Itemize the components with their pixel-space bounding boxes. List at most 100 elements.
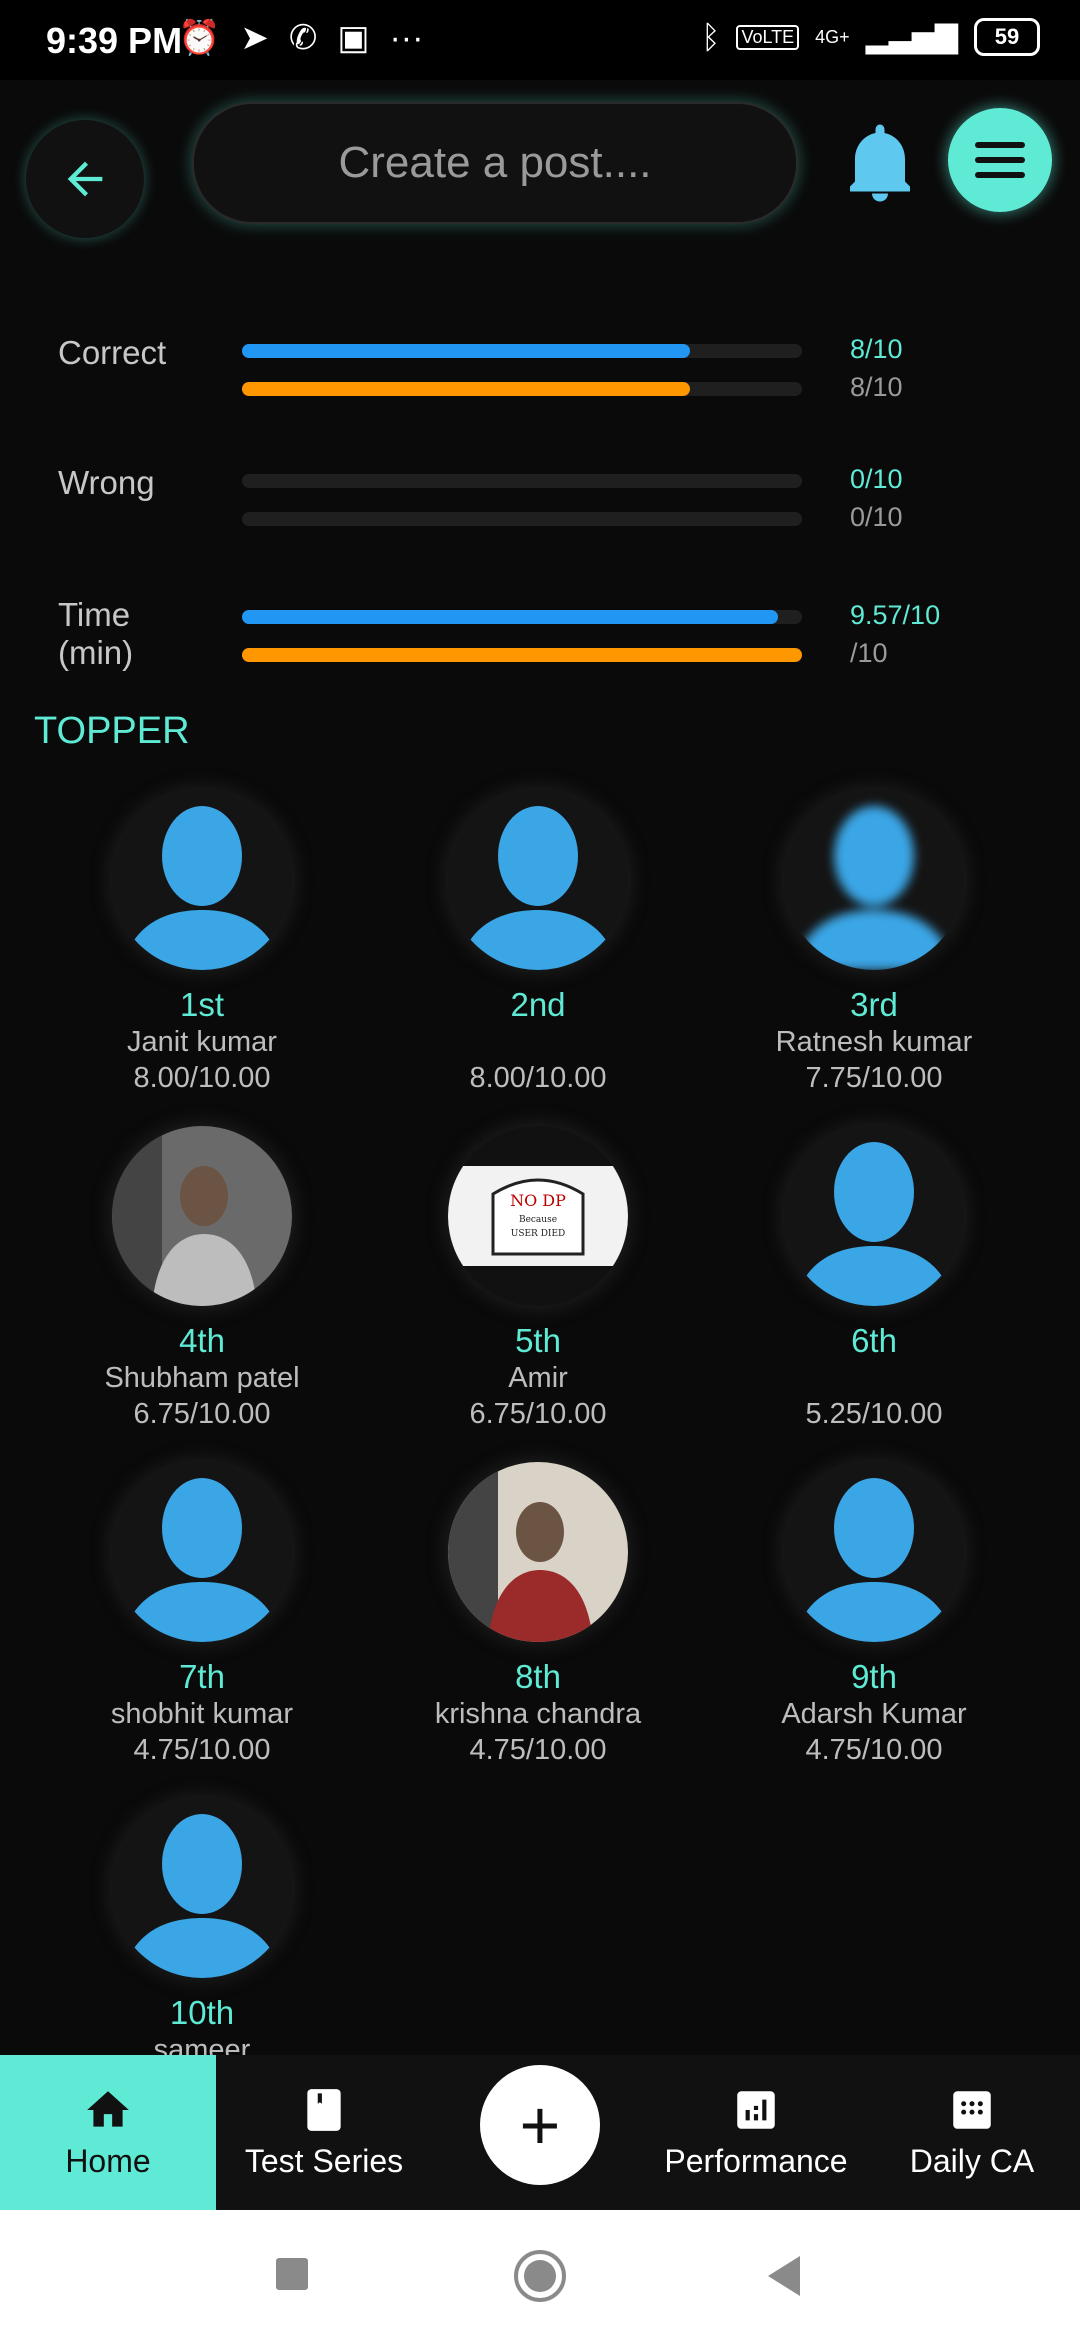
topper-card[interactable]: 2nd 8.00/10.00 (370, 790, 706, 1096)
volte-icon: VoLTE (736, 24, 800, 50)
avatar (112, 1462, 292, 1642)
user-name: shobhit kumar (110, 1698, 294, 1730)
signal-icon: ▂▃▅▇ (865, 20, 958, 54)
rank-label: 9th (851, 1658, 897, 1695)
avatar (112, 1798, 292, 1978)
rank-label: 8th (515, 1658, 561, 1695)
system-navigation-bar (0, 2210, 1080, 2340)
avatar-image (448, 1462, 628, 1642)
avatar (784, 790, 964, 970)
user-score: 5.25/10.00 (805, 1398, 943, 1430)
menu-button[interactable] (948, 108, 1052, 212)
recent-apps-button[interactable] (272, 2250, 312, 2300)
topper-card[interactable]: 8th krishna chandra 4.75/10.00 (370, 1462, 706, 1768)
avatar-image (122, 1478, 282, 1642)
status-time: 9:39 PM (46, 20, 183, 61)
user-score: 4.75/10.00 (133, 1734, 271, 1766)
topper-card[interactable]: 9th Adarsh Kumar 4.75/10.00 (706, 1462, 1042, 1768)
user-score: 6.75/10.00 (133, 1398, 271, 1430)
stat-value: 8/10 (850, 372, 903, 402)
avatar-image (112, 1126, 292, 1306)
rank-label: 2nd (510, 986, 566, 1023)
avatar-image (458, 806, 618, 970)
home-icon (87, 2091, 129, 2127)
avatar (112, 1126, 292, 1306)
stat-value: 9.57/10 (850, 600, 941, 630)
add-button[interactable]: + (480, 2065, 600, 2185)
battery-level: 59 (994, 24, 1020, 49)
app-icon: ▣ (337, 19, 370, 57)
system-icons: ᛒ VoLTE 4G+ ▂▃▅▇ 59 (701, 18, 1040, 56)
plus-icon: + (519, 2086, 561, 2164)
stat-value: 8/10 (850, 334, 903, 364)
nav-performance-label: Performance (664, 2143, 848, 2179)
topper-card[interactable]: 7th shobhit kumar 4.75/10.00 (34, 1462, 370, 1768)
create-post-placeholder: Create a post.... (338, 138, 652, 187)
topper-card[interactable]: NO DP Because USER DIED 5th Amir 6.75/10.0… (370, 1126, 706, 1432)
user-name: Shubham patel (104, 1362, 300, 1394)
topper-card[interactable]: 6th 5.25/10.00 (706, 1126, 1042, 1432)
topper-card[interactable]: 4th Shubham patel 6.75/10.00 (34, 1126, 370, 1432)
network-type: 4G+ (815, 26, 850, 47)
avatar (448, 790, 628, 970)
avatar-image: NO DP Because USER DIED (448, 1126, 628, 1306)
avatar-image (122, 1814, 282, 1978)
avatar: NO DP Because USER DIED (448, 1126, 628, 1306)
user-name (706, 1360, 1042, 1396)
avatar-image (794, 1478, 954, 1642)
rank-label: 7th (179, 1658, 225, 1695)
avatar-image (794, 806, 954, 970)
book-icon (307, 2089, 341, 2131)
progress-bar-blue (242, 474, 802, 488)
status-bar: 9:39 PM ⏰ ➤ ✆ ▣ ··· ᛒ VoLTE 4G+ ▂▃▅▇ 59 (0, 0, 1080, 80)
rank-label: 5th (515, 1322, 561, 1359)
avatar (112, 790, 292, 970)
bluetooth-icon: ᛒ (701, 18, 721, 55)
stat-value: 0/10 (850, 464, 903, 494)
nav-test-series[interactable]: Test Series (216, 2055, 432, 2210)
progress-bar-orange (242, 648, 802, 662)
user-name: Amir (508, 1362, 568, 1394)
back-nav-button[interactable] (762, 2250, 806, 2300)
rank-label: 4th (179, 1322, 225, 1359)
user-score: 8.00/10.00 (469, 1062, 607, 1094)
more-notifications-icon: ··· (389, 18, 424, 57)
topper-card[interactable]: 10th sameer (34, 1798, 370, 2055)
user-score: 4.75/10.00 (469, 1734, 607, 1766)
progress-bar-orange (242, 382, 802, 396)
progress-bar-blue (242, 344, 802, 358)
user-score: 6.75/10.00 (469, 1398, 607, 1430)
bell-icon[interactable] (850, 124, 910, 204)
avatar (448, 1462, 628, 1642)
nav-home[interactable]: Home (0, 2055, 216, 2210)
avatar-image (122, 806, 282, 970)
avatar (784, 1462, 964, 1642)
progress-fill (242, 344, 690, 358)
user-name: krishna chandra (434, 1698, 642, 1730)
nav-performance[interactable]: Performance (648, 2055, 864, 2210)
back-button[interactable] (26, 120, 144, 238)
progress-bar-orange (242, 512, 802, 526)
nav-daily-ca-label: Daily CA (909, 2143, 1035, 2179)
battery-icon: 59 (974, 18, 1040, 56)
no-dp-text: Because (519, 1215, 557, 1225)
topper-heading: TOPPER (34, 710, 190, 752)
progress-fill (242, 648, 802, 662)
nav-daily-ca[interactable]: Daily CA (864, 2055, 1080, 2210)
user-score: 8.00/10.00 (133, 1062, 271, 1094)
nav-home-label: Home (65, 2143, 151, 2179)
topper-card[interactable]: 1st Janit kumar 8.00/10.00 (34, 790, 370, 1096)
rank-label: 3rd (850, 986, 898, 1023)
rank-label: 10th (169, 1994, 235, 2031)
bottom-navigation: Home Test Series + Performance Daily CA (0, 2055, 1080, 2210)
rank-label: 1st (179, 986, 225, 1023)
user-score: 7.75/10.00 (805, 1062, 943, 1094)
stat-label: Wrong (58, 464, 155, 501)
create-post-input[interactable]: Create a post.... (192, 102, 798, 224)
no-dp-text: NO DP (510, 1191, 566, 1210)
avatar (784, 1126, 964, 1306)
stat-value: 0/10 (850, 502, 903, 532)
whatsapp-icon: ✆ (288, 19, 318, 57)
home-button[interactable] (512, 2250, 568, 2306)
topper-card[interactable]: 3rd Ratnesh kumar 7.75/10.00 (706, 790, 1042, 1096)
